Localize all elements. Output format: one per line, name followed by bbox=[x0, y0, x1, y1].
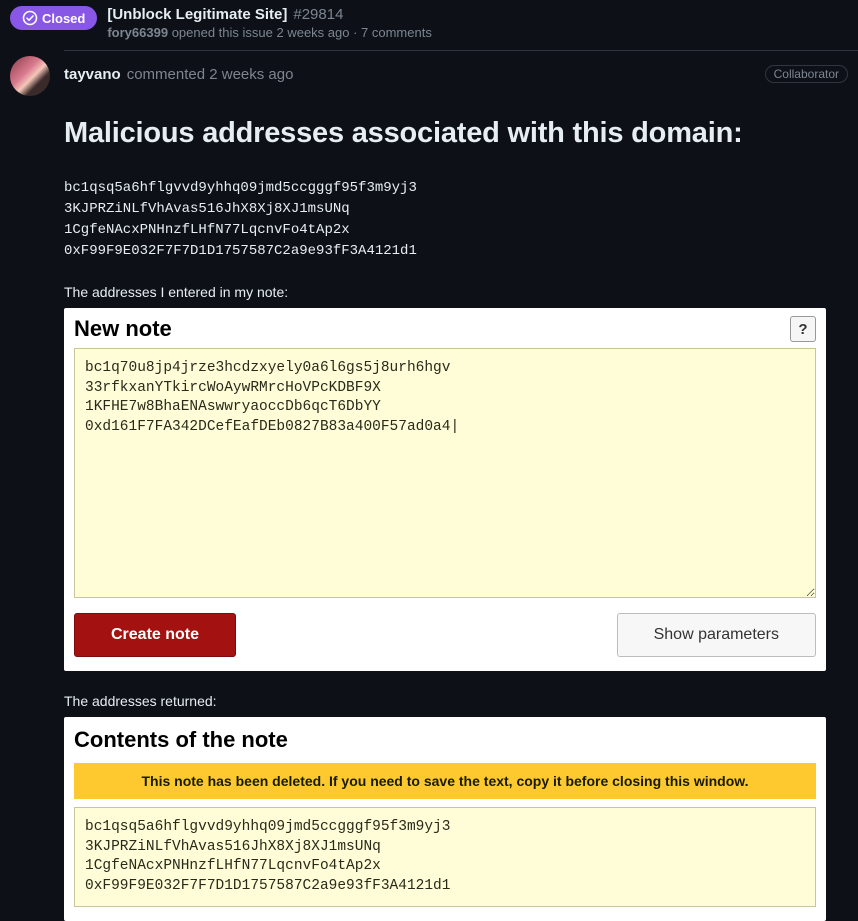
issue-subtitle: fory66399 opened this issue 2 weeks ago … bbox=[107, 25, 431, 40]
contents-body: bc1qsq5a6hflgvvd9yhhq09jmd5ccgggf95f3m9y… bbox=[74, 807, 816, 907]
comment-meta: commented 2 weeks ago bbox=[127, 66, 294, 83]
help-button[interactable]: ? bbox=[790, 316, 816, 342]
closed-icon bbox=[22, 10, 38, 26]
address-list: bc1qsq5a6hflgvvd9yhhq09jmd5ccgggf95f3m9y… bbox=[64, 178, 840, 262]
issue-title[interactable]: [Unblock Legitimate Site] bbox=[107, 6, 287, 23]
issue-opener[interactable]: fory66399 bbox=[107, 25, 168, 40]
note-textarea[interactable] bbox=[74, 348, 816, 598]
deleted-banner: This note has been deleted. If you need … bbox=[74, 763, 816, 799]
note-intro-text: The addresses I entered in my note: bbox=[64, 284, 840, 300]
issue-opened-meta: opened this issue 2 weeks ago · 7 commen… bbox=[172, 25, 432, 40]
status-label: Closed bbox=[42, 11, 85, 26]
contents-title: Contents of the note bbox=[74, 727, 816, 753]
create-note-button[interactable]: Create note bbox=[74, 613, 236, 657]
returned-intro-text: The addresses returned: bbox=[64, 693, 840, 709]
comment-heading: Malicious addresses associated with this… bbox=[64, 117, 840, 150]
contents-panel: Contents of the note This note has been … bbox=[64, 717, 826, 921]
issue-header: Closed [Unblock Legitimate Site] #29814 … bbox=[0, 0, 858, 50]
comment: tayvano commented 2 weeks ago Collaborat… bbox=[0, 50, 858, 921]
status-badge: Closed bbox=[10, 6, 97, 30]
new-note-panel: New note ? Create note Show parameters bbox=[64, 308, 826, 671]
comment-header: tayvano commented 2 weeks ago Collaborat… bbox=[64, 51, 850, 91]
role-badge: Collaborator bbox=[765, 65, 848, 83]
comment-author[interactable]: tayvano bbox=[64, 66, 121, 83]
issue-number: #29814 bbox=[293, 6, 343, 23]
avatar[interactable] bbox=[10, 56, 50, 96]
show-parameters-button[interactable]: Show parameters bbox=[617, 613, 816, 657]
issue-title-block: [Unblock Legitimate Site] #29814 fory663… bbox=[107, 6, 431, 40]
new-note-title: New note bbox=[74, 316, 172, 342]
